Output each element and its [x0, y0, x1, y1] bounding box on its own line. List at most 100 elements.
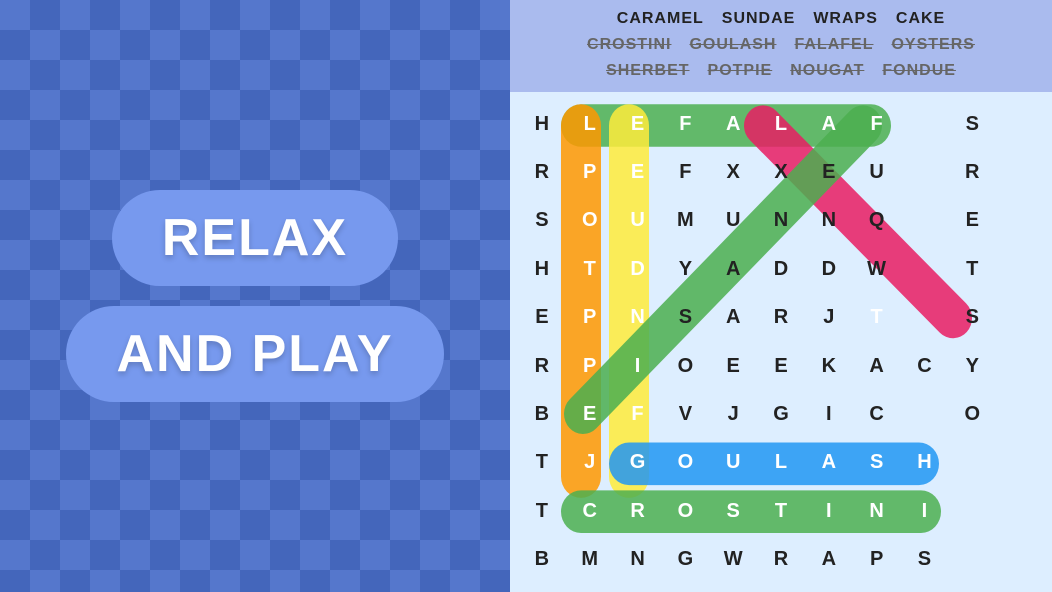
cell-5-0: R: [518, 342, 566, 390]
cell-6-4: J: [709, 390, 757, 438]
cell-0-10: [996, 100, 1044, 148]
cell-2-1: O: [566, 197, 614, 245]
cell-3-3: Y: [661, 245, 709, 293]
word-falafel: FALAFEL: [790, 34, 877, 56]
cell-6-3: V: [661, 390, 709, 438]
word-potpie: POTPIE: [704, 60, 777, 82]
and-play-text: AND PLAY: [116, 324, 393, 384]
right-panel: CARAMEL SUNDAE WRAPS CAKE CROSTINI GOULA…: [510, 0, 1052, 592]
cell-5-4: E: [709, 342, 757, 390]
relax-badge: RELAX: [112, 190, 398, 286]
grid-area[interactable]: H L E F A L A F S R P E F X X E U: [510, 92, 1052, 592]
cell-9-5: R: [757, 536, 805, 584]
cell-9-7: P: [853, 536, 901, 584]
cell-5-3: O: [661, 342, 709, 390]
cell-5-7: A: [853, 342, 901, 390]
cell-3-10: [996, 245, 1044, 293]
cell-2-7: Q: [853, 197, 901, 245]
cell-4-8: [901, 294, 949, 342]
word-list: CARAMEL SUNDAE WRAPS CAKE CROSTINI GOULA…: [510, 0, 1052, 92]
cell-6-8: [901, 390, 949, 438]
cell-4-3: S: [661, 294, 709, 342]
letter-grid[interactable]: H L E F A L A F S R P E F X X E U: [518, 100, 1044, 584]
cell-8-9: [948, 487, 996, 535]
cell-2-2: U: [614, 197, 662, 245]
cell-5-1: P: [566, 342, 614, 390]
cell-6-2: F: [614, 390, 662, 438]
cell-7-8: H: [901, 439, 949, 487]
cell-9-9: [948, 536, 996, 584]
and-play-badge: AND PLAY: [66, 306, 443, 402]
cell-6-6: I: [805, 390, 853, 438]
cell-2-5: N: [757, 197, 805, 245]
word-caramel: CARAMEL: [613, 8, 708, 30]
cell-3-5: D: [757, 245, 805, 293]
cell-8-10: [996, 487, 1044, 535]
cell-6-10: [996, 390, 1044, 438]
word-row-1: CARAMEL SUNDAE WRAPS CAKE: [520, 8, 1042, 30]
cell-7-4: U: [709, 439, 757, 487]
cell-1-1: P: [566, 148, 614, 196]
cell-5-6: K: [805, 342, 853, 390]
cell-2-3: M: [661, 197, 709, 245]
cell-0-7: F: [853, 100, 901, 148]
cell-5-10: [996, 342, 1044, 390]
cell-4-7: T: [853, 294, 901, 342]
cell-8-7: N: [853, 487, 901, 535]
cell-4-4: A: [709, 294, 757, 342]
cell-8-4: S: [709, 487, 757, 535]
cell-7-1: J: [566, 439, 614, 487]
cell-0-6: A: [805, 100, 853, 148]
word-crostini: CROSTINI: [583, 34, 675, 56]
cell-4-10: [996, 294, 1044, 342]
cell-5-9: Y: [948, 342, 996, 390]
cell-1-2: E: [614, 148, 662, 196]
cell-9-1: M: [566, 536, 614, 584]
cell-0-4: A: [709, 100, 757, 148]
cell-3-2: D: [614, 245, 662, 293]
cell-3-0: H: [518, 245, 566, 293]
word-fondue: FONDUE: [878, 60, 960, 82]
word-row-3: SHERBET POTPIE NOUGAT FONDUE: [520, 60, 1042, 82]
cell-9-3: G: [661, 536, 709, 584]
cell-9-8: S: [901, 536, 949, 584]
cell-6-5: G: [757, 390, 805, 438]
cell-7-5: L: [757, 439, 805, 487]
cell-2-6: N: [805, 197, 853, 245]
cell-5-5: E: [757, 342, 805, 390]
word-goulash: GOULASH: [685, 34, 780, 56]
cell-3-9: T: [948, 245, 996, 293]
cell-7-10: [996, 439, 1044, 487]
cell-4-0: E: [518, 294, 566, 342]
cell-2-8: [901, 197, 949, 245]
cell-4-1: P: [566, 294, 614, 342]
cell-1-3: F: [661, 148, 709, 196]
word-sherbet: SHERBET: [602, 60, 693, 82]
cell-2-4: U: [709, 197, 757, 245]
cell-0-1: L: [566, 100, 614, 148]
cell-1-8: [901, 148, 949, 196]
cell-3-7: W: [853, 245, 901, 293]
cell-8-1: C: [566, 487, 614, 535]
cell-6-0: B: [518, 390, 566, 438]
cell-1-4: X: [709, 148, 757, 196]
cell-3-4: A: [709, 245, 757, 293]
relax-text: RELAX: [162, 208, 348, 268]
word-row-2: CROSTINI GOULASH FALAFEL OYSTERS: [520, 34, 1042, 56]
cell-6-1: E: [566, 390, 614, 438]
cell-3-8: [901, 245, 949, 293]
cell-5-2: I: [614, 342, 662, 390]
grid-container: H L E F A L A F S R P E F X X E U: [518, 100, 1044, 584]
cell-1-7: U: [853, 148, 901, 196]
cell-0-9: S: [948, 100, 996, 148]
cell-2-9: E: [948, 197, 996, 245]
cell-1-10: [996, 148, 1044, 196]
cell-2-10: [996, 197, 1044, 245]
cell-9-4: W: [709, 536, 757, 584]
word-oysters: OYSTERS: [887, 34, 978, 56]
left-panel: RELAX AND PLAY: [0, 0, 510, 592]
cell-9-10: [996, 536, 1044, 584]
word-nougat: NOUGAT: [786, 60, 868, 82]
cell-4-9: S: [948, 294, 996, 342]
cell-8-8: I: [901, 487, 949, 535]
